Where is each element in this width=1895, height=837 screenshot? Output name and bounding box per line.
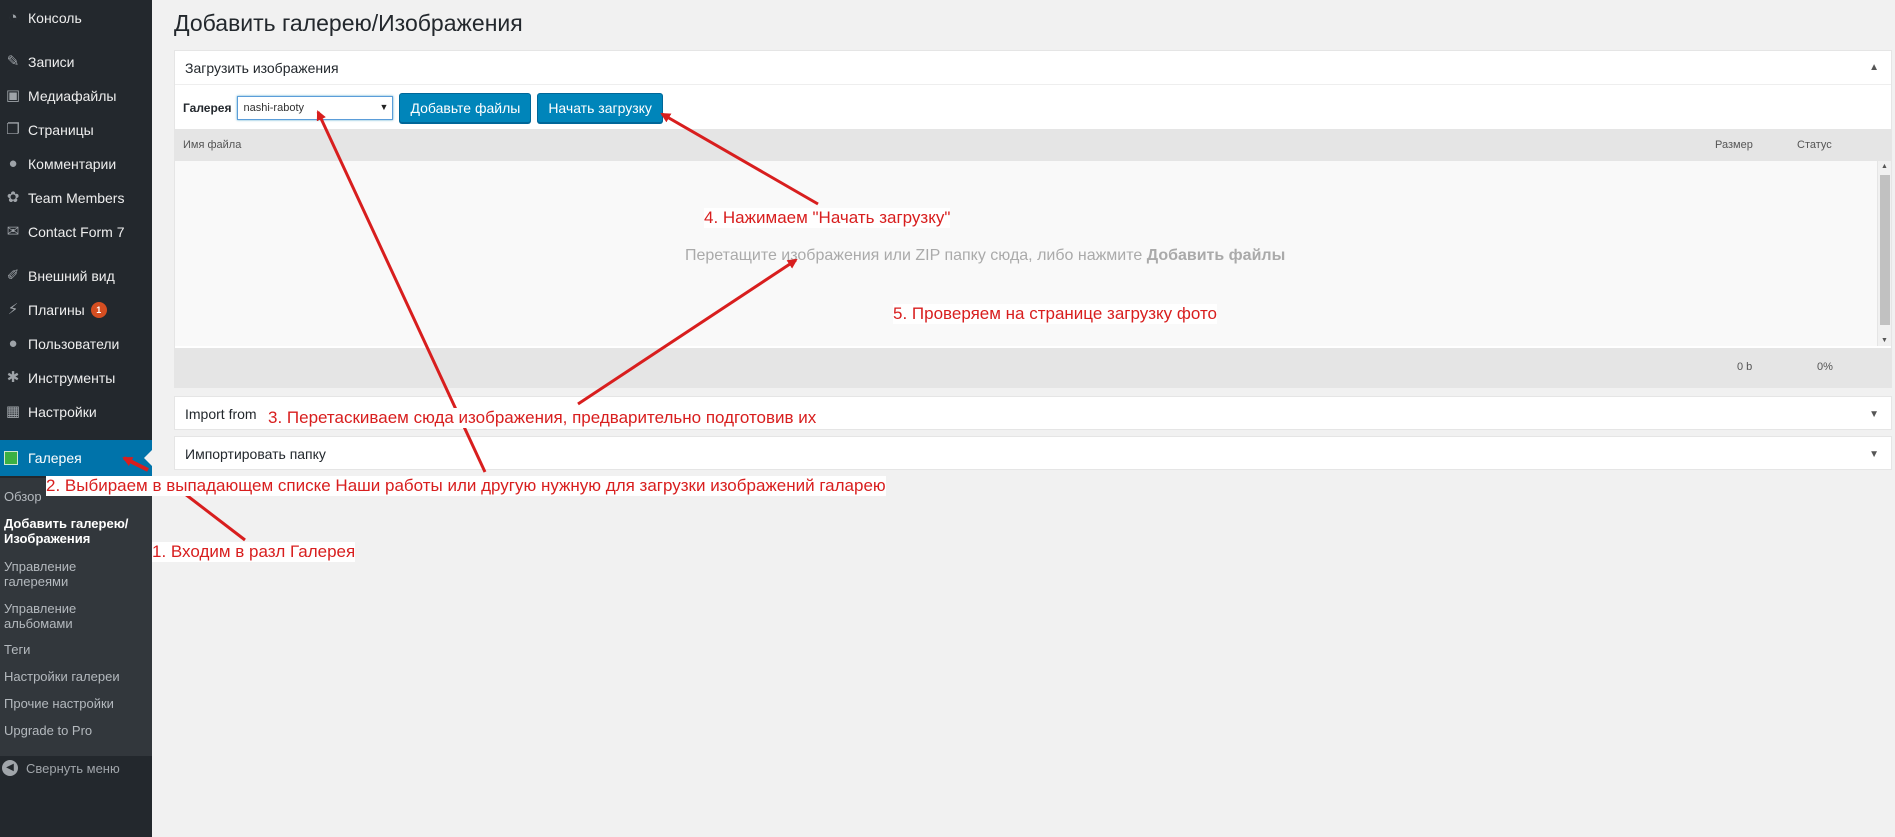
menu-item-label: Пользователи bbox=[28, 336, 120, 352]
media-icon: ▣ bbox=[5, 87, 21, 104]
upload-panel-title: Загрузить изображения bbox=[185, 59, 339, 76]
menu-item-dashboard[interactable]: ◔ Консоль bbox=[0, 3, 152, 33]
dropzone-instruction: Перетащите изображения или ZIP папку сюд… bbox=[685, 247, 1143, 264]
menu-item-label: Плагины bbox=[28, 302, 85, 318]
expand-down-icon[interactable]: ▼ bbox=[1869, 409, 1879, 420]
menu-item-users[interactable]: ● Пользователи bbox=[0, 329, 152, 359]
arrow-step1 bbox=[184, 492, 246, 542]
column-filename: Имя файла bbox=[183, 139, 242, 151]
add-files-button[interactable]: Добавьте файлы bbox=[399, 93, 532, 123]
menu-item-label: Team Members bbox=[28, 190, 125, 206]
menu-item-label: Настройки bbox=[28, 404, 97, 420]
total-percent: 0% bbox=[1817, 361, 1833, 373]
menu-item-settings[interactable]: ▦ Настройки bbox=[0, 397, 152, 427]
scroll-thumb[interactable] bbox=[1880, 175, 1890, 325]
annotation-step3: 3. Перетаскиваем сюда изображения, предв… bbox=[268, 408, 817, 428]
submenu-gallery-settings[interactable]: Настройки галереи bbox=[4, 669, 150, 684]
user-icon: ● bbox=[8, 335, 18, 352]
annotation-step2: 2. Выбираем в выпадающем списке Наши раб… bbox=[46, 476, 886, 496]
settings-icon: ▦ bbox=[5, 403, 21, 420]
column-size: Размер bbox=[1715, 139, 1753, 151]
scroll-up-icon[interactable]: ▲ bbox=[1881, 163, 1888, 170]
collapse-up-icon[interactable]: ▲ bbox=[1869, 62, 1879, 73]
menu-item-label: Contact Form 7 bbox=[28, 224, 125, 240]
gallery-select[interactable]: nashi-raboty ▼ bbox=[237, 96, 394, 120]
file-list-footer: 0 b 0% bbox=[175, 348, 1891, 388]
menu-item-comments[interactable]: ● Комментарии bbox=[0, 149, 152, 179]
menu-item-label: Страницы bbox=[28, 122, 94, 138]
menu-item-label: Медиафайлы bbox=[28, 88, 117, 104]
menu-item-label: Инструменты bbox=[28, 370, 116, 386]
submenu-tags[interactable]: Теги bbox=[4, 642, 150, 657]
pin-icon: ✎ bbox=[6, 53, 20, 70]
submenu-manage-galleries[interactable]: Управление галереями bbox=[4, 559, 104, 589]
folder-panel-header[interactable]: Импортировать папку ▼ bbox=[175, 437, 1891, 471]
gallery-label: Галерея bbox=[183, 101, 232, 115]
import-folder-panel[interactable]: Импортировать папку ▼ bbox=[174, 436, 1892, 470]
upload-panel-header[interactable]: Загрузить изображения ▲ bbox=[175, 51, 1891, 85]
total-size: 0 b bbox=[1737, 361, 1753, 373]
upload-controls: Галерея nashi-raboty ▼ Добавьте файлы На… bbox=[183, 93, 663, 123]
dropzone-text: Перетащите изображения или ZIP папку сюд… bbox=[685, 247, 1285, 265]
menu-item-contact-form[interactable]: ✉ Contact Form 7 bbox=[0, 217, 152, 247]
start-upload-button[interactable]: Начать загрузку bbox=[537, 93, 663, 123]
pages-icon: ❐ bbox=[6, 121, 20, 138]
menu-item-label: Консоль bbox=[28, 10, 82, 26]
plugin-icon: ⚡ bbox=[7, 301, 19, 318]
groups-icon: ✿ bbox=[6, 189, 20, 206]
submenu-manage-albums[interactable]: Управление альбомами bbox=[4, 601, 104, 631]
page-title: Добавить галерею/Изображения bbox=[174, 10, 523, 36]
scroll-down-icon[interactable]: ▼ bbox=[1881, 337, 1888, 344]
plugin-update-badge: 1 bbox=[90, 302, 107, 318]
wrench-icon: ✱ bbox=[6, 369, 20, 386]
dropzone-scrollbar[interactable]: ▲ ▼ bbox=[1877, 161, 1891, 346]
menu-item-gallery[interactable]: Галерея bbox=[0, 440, 152, 476]
import-panel-title: Import from bbox=[185, 406, 257, 422]
menu-item-label: Внешний вид bbox=[28, 268, 115, 284]
menu-item-plugins[interactable]: ⚡ Плагины 1 bbox=[0, 295, 152, 325]
folder-panel-title: Импортировать папку bbox=[185, 446, 326, 462]
menu-item-label: Комментарии bbox=[28, 156, 117, 172]
comment-icon: ● bbox=[8, 155, 18, 172]
annotation-step1: 1. Входим в разл Галерея bbox=[152, 542, 356, 562]
brush-icon: ✐ bbox=[6, 267, 20, 284]
collapse-menu-button[interactable]: ◀ Свернуть меню bbox=[0, 758, 120, 778]
collapse-menu-label: Свернуть меню bbox=[26, 760, 120, 776]
admin-sidebar: ◔ Консоль ✎ Записи ▣ Медиафайлы ❐ Страни… bbox=[0, 0, 152, 837]
expand-down-icon[interactable]: ▼ bbox=[1869, 449, 1879, 460]
annotation-step4: 4. Нажимаем "Начать загрузку" bbox=[704, 208, 951, 228]
column-status: Статус bbox=[1797, 139, 1832, 151]
submenu-upgrade-pro[interactable]: Upgrade to Pro bbox=[4, 723, 150, 738]
gallery-select-value: nashi-raboty bbox=[243, 102, 305, 114]
menu-item-tools[interactable]: ✱ Инструменты bbox=[0, 363, 152, 393]
upload-images-panel: Загрузить изображения ▲ Галерея nashi-ra… bbox=[174, 50, 1892, 388]
gallery-icon bbox=[4, 451, 18, 465]
annotation-step5: 5. Проверяем на странице загрузку фото bbox=[893, 304, 1218, 324]
submenu-other-settings[interactable]: Прочие настройки bbox=[4, 696, 150, 711]
menu-item-media[interactable]: ▣ Медиафайлы bbox=[0, 81, 152, 111]
menu-item-pages[interactable]: ❐ Страницы bbox=[0, 115, 152, 145]
dashboard-icon: ◔ bbox=[8, 9, 18, 26]
collapse-arrow-icon: ◀ bbox=[2, 760, 18, 776]
file-list-header: Имя файла Размер Статус bbox=[175, 129, 1891, 161]
menu-item-posts[interactable]: ✎ Записи bbox=[0, 47, 152, 77]
submenu-add-gallery[interactable]: Добавить галерею/ Изображения bbox=[4, 516, 144, 546]
dropdown-caret-icon: ▼ bbox=[379, 102, 389, 112]
menu-item-label: Галерея bbox=[28, 450, 82, 466]
menu-item-label: Записи bbox=[28, 54, 75, 70]
gallery-submenu: Обзор Добавить галерею/ Изображения Упра… bbox=[0, 478, 152, 756]
envelope-icon: ✉ bbox=[6, 223, 20, 240]
menu-item-team-members[interactable]: ✿ Team Members bbox=[0, 183, 152, 213]
menu-item-appearance[interactable]: ✐ Внешний вид bbox=[0, 261, 152, 291]
dropzone-add-files-link[interactable]: Добавить файлы bbox=[1147, 247, 1286, 264]
